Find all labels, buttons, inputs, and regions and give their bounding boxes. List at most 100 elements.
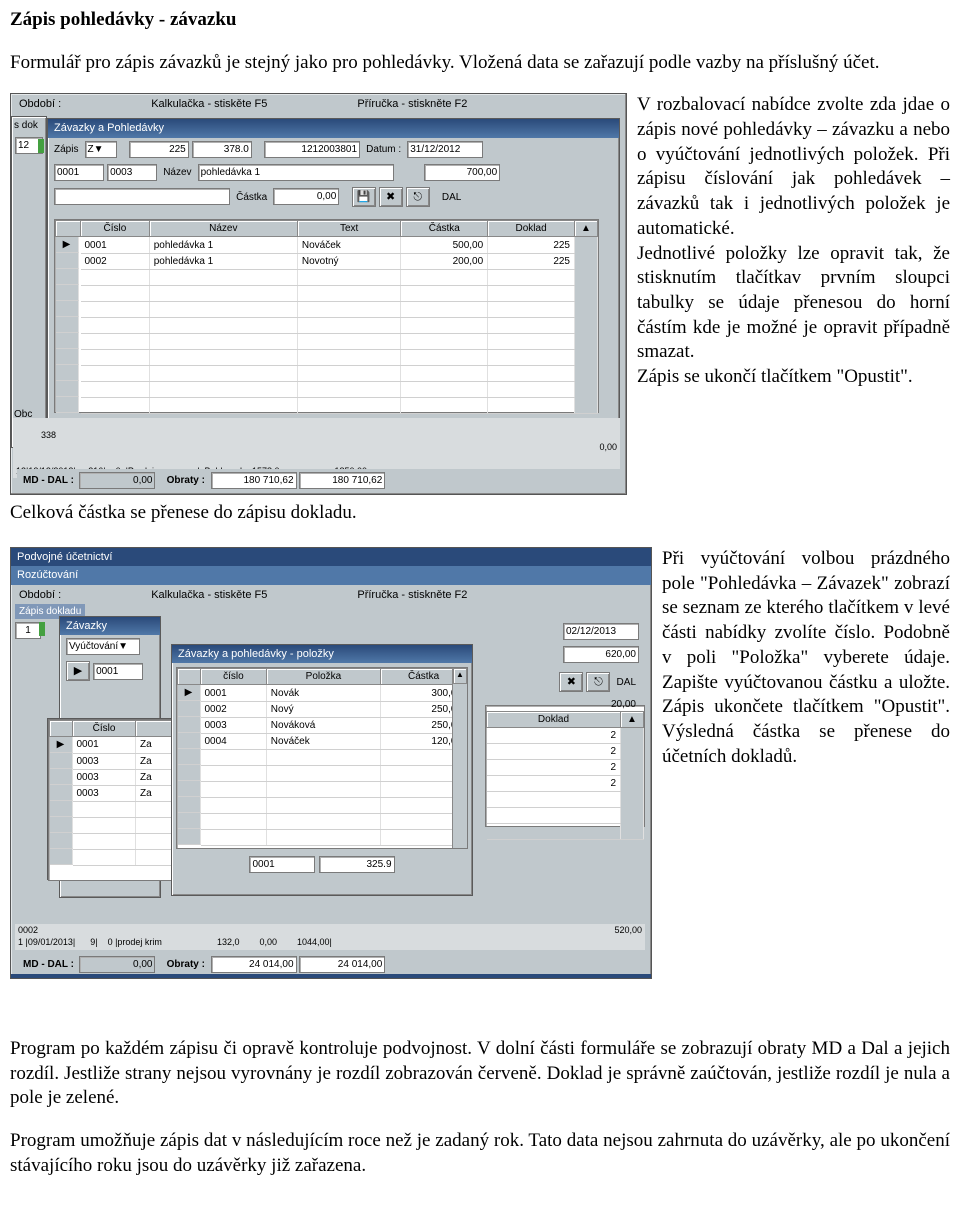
field-0001[interactable]: 0001 xyxy=(54,164,104,181)
delete-icon[interactable]: ✖ xyxy=(379,187,403,207)
bg-doc-row2: 1 |09/01/2013| 9| 0 |prodej krim 132,0 0… xyxy=(15,936,645,950)
cell: 225 xyxy=(488,253,575,269)
field-date2[interactable]: 02/12/2013 xyxy=(563,623,639,640)
field-castka[interactable]: 0,00 xyxy=(273,188,339,205)
table-row[interactable]: 0002 pohledávka 1 Novotný 200,00 225 xyxy=(56,253,598,269)
table-row[interactable]: 0002Nový250,00 xyxy=(178,701,467,717)
table-row[interactable]: 0003Nováková250,00 xyxy=(178,717,467,733)
table-row[interactable]: 0004Nováček120,00 xyxy=(178,733,467,749)
delete-icon-2[interactable]: ✖ xyxy=(559,672,583,692)
th-cislo3[interactable]: číslo xyxy=(201,669,267,685)
text-right-1b: Jednotlivé položky lze opravit tak, že s… xyxy=(637,242,950,365)
cell: 500,00 xyxy=(401,237,488,254)
combo-vyuct[interactable]: Vyúčtování▼ xyxy=(66,638,140,655)
lbl-obdobi: Období : xyxy=(19,97,61,111)
window-title-zap: Závazky a Pohledávky xyxy=(48,119,619,137)
md-dal-value-2: 0,00 xyxy=(79,956,155,973)
obraty-1: 180 710,62 xyxy=(211,472,297,489)
val-20: 20,00 xyxy=(611,698,636,711)
obraty-2b: 24 014,00 xyxy=(299,956,385,973)
sum-cislo: 0001 xyxy=(249,856,315,873)
title-pu: Podvojné účetnictví xyxy=(11,548,651,566)
lbl-kalk2: Kalkulačka - stiskěte F5 xyxy=(151,588,267,602)
field-amt2[interactable]: 620,00 xyxy=(563,646,639,663)
table-polozky: Číslo Název Text Částka Doklad ▲ ▶ 0001 … xyxy=(55,220,598,414)
cell: 0002 xyxy=(81,253,150,269)
th-nazev[interactable]: Název xyxy=(149,221,297,237)
cell: pohledávka 1 xyxy=(149,237,297,254)
title-polozky: Závazky a pohledávky - položky xyxy=(172,645,472,663)
th-cislo2[interactable]: Číslo xyxy=(73,721,136,737)
lbl-nazev: Název xyxy=(163,166,191,179)
row-selector-icon[interactable] xyxy=(56,253,79,269)
th-doklad[interactable]: Doklad xyxy=(488,221,575,237)
table-row[interactable]: 0003Za xyxy=(50,769,177,785)
table-row[interactable]: 0003Za xyxy=(50,785,177,801)
combo-zapis[interactable]: Z▼ xyxy=(85,141,117,158)
table-doklad: Doklad▲ 2 2 2 2 xyxy=(486,711,644,840)
th-scroll: ▲ xyxy=(575,221,598,237)
outro-1: Program po každém zápisu či opravě kontr… xyxy=(10,1037,950,1111)
field-121[interactable]: 1212003801 xyxy=(264,141,360,158)
obraty-2: 180 710,62 xyxy=(299,472,385,489)
text-right-2: Při vyúčtování volbou prázdného pole "Po… xyxy=(662,547,950,769)
title-roz: Rozúčtování xyxy=(11,566,651,584)
th-polozka[interactable]: Položka xyxy=(266,669,380,685)
lbl-castka: Částka xyxy=(236,191,267,204)
cell: 2 xyxy=(487,728,621,744)
lbl-kalk: Kalkulačka - stiskěte F5 xyxy=(151,97,267,111)
md-dal-value: 0,00 xyxy=(79,472,155,489)
lbl-obdobi2: Období : xyxy=(19,588,61,602)
lbl-dal: DAL xyxy=(442,191,461,204)
cell: Nováček xyxy=(297,237,401,254)
th-blank xyxy=(56,221,81,237)
lbl-dal2: DAL xyxy=(617,676,636,689)
status-bar-2: MD - DAL : 0,00 Obraty : 24 014,00 24 01… xyxy=(17,953,645,976)
screenshot-1: Období : Kalkulačka - stiskěte F5 Příruč… xyxy=(10,93,627,495)
cell: 2 xyxy=(487,760,621,776)
table-row[interactable]: 0003Za xyxy=(50,753,177,769)
field-nazev[interactable]: pohledávka 1 xyxy=(198,164,394,181)
table-row[interactable]: ▶ 0001 pohledávka 1 Nováček 500,00 225 xyxy=(56,237,598,254)
cell: 200,00 xyxy=(401,253,488,269)
intro-text: Formulář pro zápis závazků je stejný jak… xyxy=(10,51,950,76)
field-1[interactable]: 1 xyxy=(15,622,41,639)
bg-row: 338 0,00 xyxy=(13,418,620,467)
status-bar: MD - DAL : 0,00 Obraty : 180 710,62 180 … xyxy=(17,469,620,492)
btn-side[interactable]: ▶ xyxy=(66,661,90,681)
table-row[interactable]: ▶0001Novák300,00 xyxy=(178,685,467,702)
th-castka[interactable]: Částka xyxy=(401,221,488,237)
cell: 2 xyxy=(487,744,621,760)
text-right-1c: Zápis se ukončí tlačítkem "Opustit". xyxy=(637,365,950,390)
table-row[interactable]: ▶0001Za xyxy=(50,737,177,754)
cell: 0001 xyxy=(81,237,150,254)
th-cislo[interactable]: Číslo xyxy=(81,221,150,237)
cell: pohledávka 1 xyxy=(149,253,297,269)
lbl-datum: Datum : xyxy=(366,143,401,156)
field-225[interactable]: 225 xyxy=(129,141,189,158)
outro-2: Program umožňuje zápis dat v následující… xyxy=(10,1129,950,1178)
caption-1: Celková částka se přenese do zápisu dokl… xyxy=(10,501,627,526)
cell: 2 xyxy=(487,776,621,792)
exit-icon-2[interactable]: ⎋ xyxy=(586,672,610,692)
th-text[interactable]: Text xyxy=(297,221,401,237)
cell: 225 xyxy=(488,237,575,254)
table-outer: Číslo ▶0001Za 0003Za 0003Za 0003Za xyxy=(49,720,177,866)
save-icon[interactable]: 💾 xyxy=(352,187,376,207)
field-datum[interactable]: 31/12/2012 xyxy=(407,141,483,158)
title-zavazky: Závazky xyxy=(60,617,160,635)
field-378[interactable]: 378.0 xyxy=(192,141,252,158)
lbl-prir: Příručka - stiskněte F2 xyxy=(357,97,467,111)
field-0003[interactable]: 0003 xyxy=(107,164,157,181)
text-right-1a: V rozbalovací nabídce zvolte zda jdae o … xyxy=(637,93,950,241)
row-selector-icon[interactable]: ▶ xyxy=(56,237,79,253)
field-amt[interactable]: 700,00 xyxy=(424,164,500,181)
lbl-zapis: Zápis xyxy=(54,143,78,156)
scroll-up-icon[interactable]: ▲ xyxy=(453,668,467,684)
th-doklad2[interactable]: Doklad xyxy=(487,712,621,728)
field-text[interactable] xyxy=(54,188,230,205)
table-polozky2: číslo Položka Částka ▶0001Novák300,00 00… xyxy=(177,668,467,846)
page-title: Zápis pohledávky - závazku xyxy=(10,8,950,33)
exit-icon[interactable]: ⎋ xyxy=(406,187,430,207)
obraty-1b: 24 014,00 xyxy=(211,956,297,973)
